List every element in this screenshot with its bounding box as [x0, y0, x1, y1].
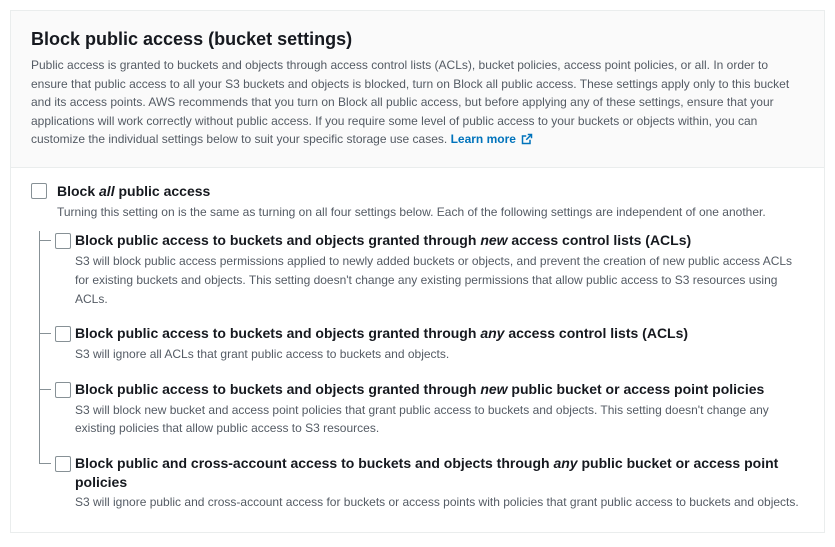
panel-title: Block public access (bucket settings) — [31, 29, 804, 50]
title-em: any — [553, 455, 577, 471]
block-all-text: Block all public access Turning this set… — [57, 182, 804, 221]
sub-option-any-acls-checkbox[interactable] — [55, 326, 71, 342]
learn-more-link[interactable]: Learn more — [451, 132, 534, 146]
block-all-title-em: all — [99, 183, 115, 199]
sub-options-tree: Block public access to buckets and objec… — [39, 231, 804, 512]
title-em: new — [480, 232, 507, 248]
title-em: any — [480, 325, 504, 341]
block-all-title-suffix: public access — [115, 183, 211, 199]
sub-option-any-acls-title: Block public access to buckets and objec… — [75, 324, 804, 343]
block-all-option: Block all public access Turning this set… — [31, 182, 804, 221]
sub-option-any-acls-desc: S3 will ignore all ACLs that grant publi… — [75, 345, 804, 364]
sub-option-new-acls-checkbox[interactable] — [55, 233, 71, 249]
sub-option-new-policies-title: Block public access to buckets and objec… — [75, 380, 804, 399]
sub-option-new-acls: Block public access to buckets and objec… — [39, 231, 804, 324]
title-suffix: public bucket or access point policies — [508, 381, 765, 397]
block-all-title: Block all public access — [57, 182, 804, 201]
block-all-title-prefix: Block — [57, 183, 99, 199]
learn-more-label: Learn more — [451, 132, 516, 146]
title-prefix: Block public access to buckets and objec… — [75, 232, 480, 248]
block-all-desc: Turning this setting on is the same as t… — [57, 203, 804, 222]
panel-description: Public access is granted to buckets and … — [31, 56, 804, 151]
panel-header: Block public access (bucket settings) Pu… — [11, 11, 824, 167]
panel-description-text: Public access is granted to buckets and … — [31, 58, 789, 146]
sub-option-any-policies: Block public and cross-account access to… — [39, 454, 804, 512]
title-prefix: Block public access to buckets and objec… — [75, 381, 480, 397]
title-suffix: access control lists (ACLs) — [504, 325, 688, 341]
block-all-checkbox[interactable] — [31, 183, 47, 199]
title-suffix: access control lists (ACLs) — [508, 232, 692, 248]
sub-option-new-acls-title: Block public access to buckets and objec… — [75, 231, 804, 250]
block-public-access-panel: Block public access (bucket settings) Pu… — [10, 10, 825, 533]
sub-option-any-policies-title: Block public and cross-account access to… — [75, 454, 804, 492]
title-em: new — [480, 381, 507, 397]
sub-option-new-policies: Block public access to buckets and objec… — [39, 380, 804, 454]
sub-option-any-policies-checkbox[interactable] — [55, 456, 71, 472]
external-link-icon — [521, 132, 533, 151]
panel-body: Block all public access Turning this set… — [11, 167, 824, 532]
sub-option-new-policies-desc: S3 will block new bucket and access poin… — [75, 401, 804, 438]
title-prefix: Block public access to buckets and objec… — [75, 325, 480, 341]
sub-option-any-acls: Block public access to buckets and objec… — [39, 324, 804, 379]
title-prefix: Block public and cross-account access to… — [75, 455, 553, 471]
sub-option-any-policies-desc: S3 will ignore public and cross-account … — [75, 493, 804, 512]
sub-option-new-acls-desc: S3 will block public access permissions … — [75, 252, 804, 308]
sub-option-new-policies-checkbox[interactable] — [55, 382, 71, 398]
